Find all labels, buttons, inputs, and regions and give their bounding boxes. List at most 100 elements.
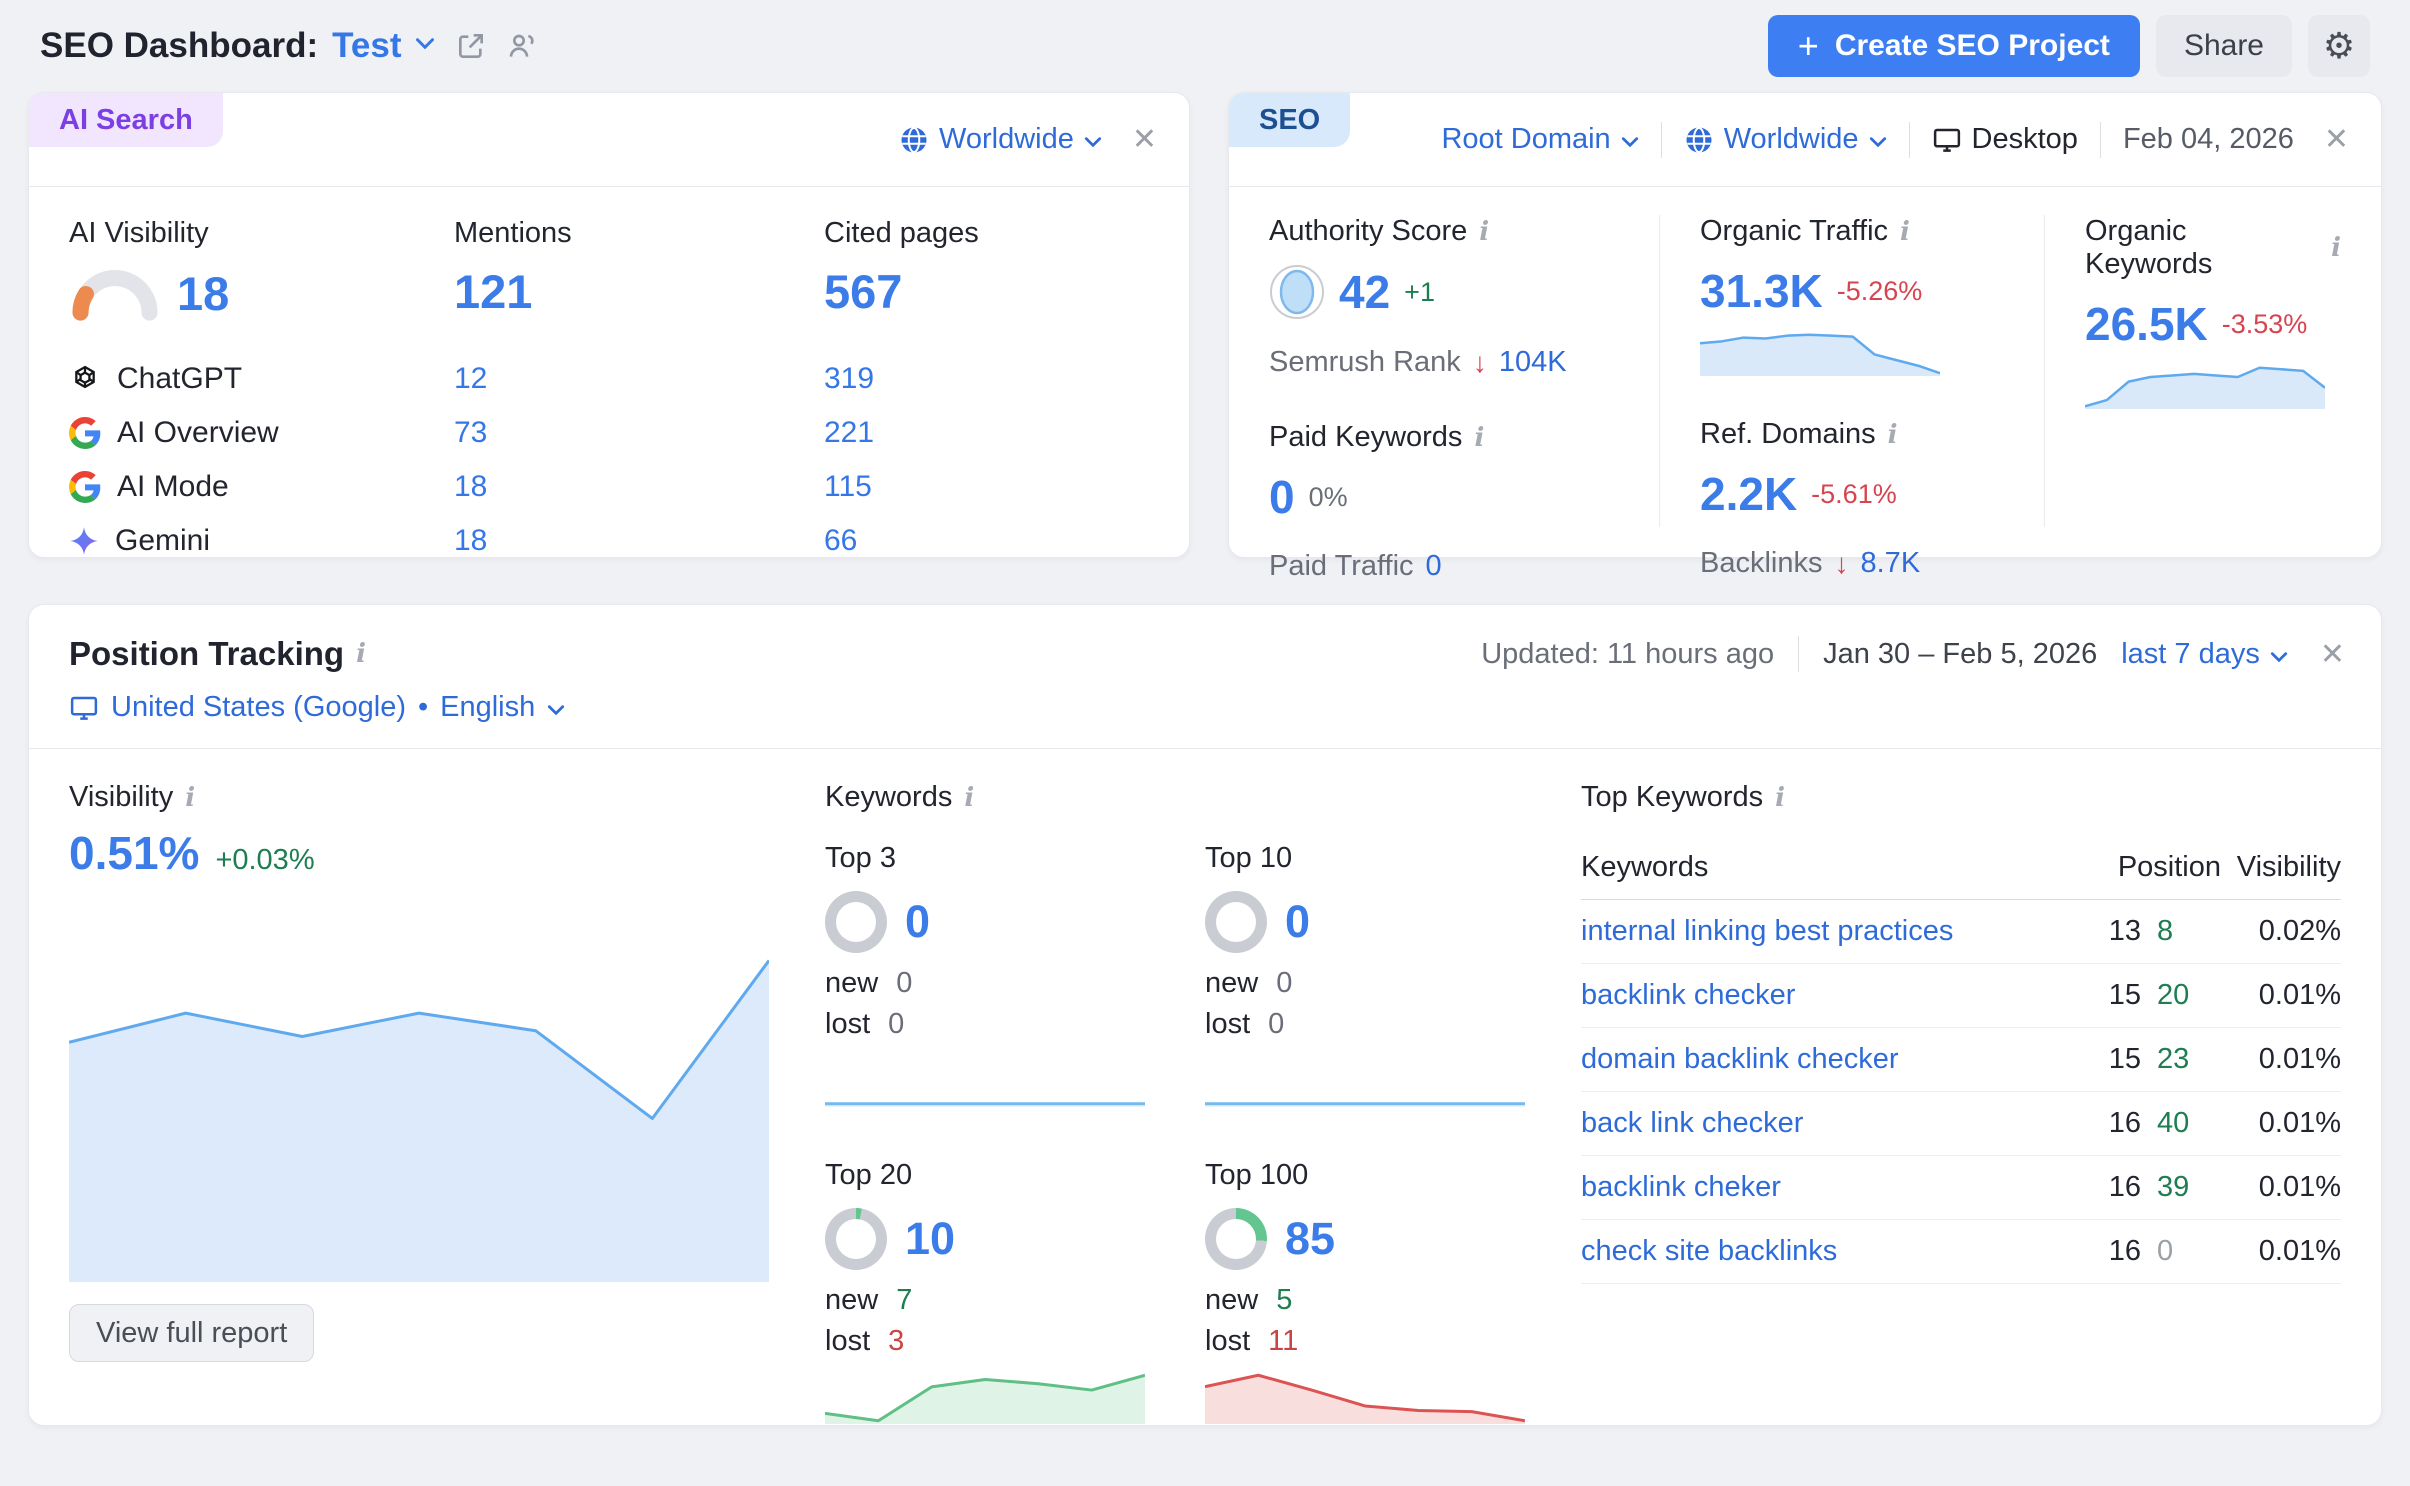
close-icon[interactable]: ✕ <box>2324 122 2349 157</box>
globe-icon <box>899 125 929 155</box>
paid-traffic-link[interactable]: 0 <box>1426 550 1442 583</box>
openai-icon <box>69 363 101 395</box>
tab-ai-search[interactable]: AI Search <box>29 93 223 147</box>
info-icon[interactable]: i <box>964 783 974 813</box>
divider <box>2100 122 2101 158</box>
top20-donut <box>825 1208 887 1270</box>
info-icon[interactable]: i <box>1474 423 1484 453</box>
new-value: 7 <box>896 1284 912 1317</box>
keyword-link[interactable]: backlink checker <box>1581 979 1795 1011</box>
period-dropdown[interactable]: last 7 days <box>2121 638 2288 671</box>
provider-name: Gemini <box>115 524 210 558</box>
organic-traffic-value: 31.3K <box>1700 264 1823 318</box>
provider-mentions-link[interactable]: 18 <box>454 514 824 568</box>
chevron-down-icon <box>1084 123 1102 156</box>
info-icon[interactable]: i <box>1479 217 1489 247</box>
device-label: Desktop <box>1972 123 2078 156</box>
desktop-icon <box>69 693 99 723</box>
provider-cited-link[interactable]: 319 <box>824 352 1149 406</box>
col-header-keywords: Keywords <box>1581 851 2071 884</box>
view-full-report-button[interactable]: View full report <box>69 1304 314 1362</box>
top100-donut <box>1205 1208 1267 1270</box>
keyword-link[interactable]: domain backlink checker <box>1581 1043 1899 1075</box>
table-row: back link checker 16 40 0.01% <box>1581 1092 2341 1156</box>
provider-cited-link[interactable]: 115 <box>824 460 1149 514</box>
share-button[interactable]: Share <box>2156 15 2292 77</box>
close-icon[interactable]: ✕ <box>1132 122 1157 157</box>
backlinks-link[interactable]: 8.7K <box>1861 547 1921 580</box>
organic-keywords-metric: Organic Keywords i 26.5K -3.53% <box>2085 215 2341 409</box>
tab-seo[interactable]: SEO <box>1229 93 1350 147</box>
provider-mentions-link[interactable]: 18 <box>454 460 824 514</box>
ai-region-dropdown[interactable]: Worldwide <box>899 123 1102 156</box>
backlinks-label: Backlinks <box>1700 547 1823 580</box>
create-seo-project-button[interactable]: + Create SEO Project <box>1768 15 2140 77</box>
ai-visibility-gauge <box>69 264 161 322</box>
provider-row-chatgpt: ChatGPT <box>69 352 454 406</box>
keyword-link[interactable]: check site backlinks <box>1581 1235 1837 1267</box>
divider <box>1909 122 1910 158</box>
info-icon[interactable]: i <box>1888 420 1898 450</box>
lost-value: 11 <box>1268 1325 1298 1358</box>
chevron-down-icon <box>547 691 565 724</box>
table-row: internal linking best practices 13 8 0.0… <box>1581 900 2341 964</box>
organic-traffic-metric: Organic Traffic i 31.3K -5.26% <box>1700 215 2044 376</box>
bucket-value: 0 <box>905 896 930 948</box>
organic-keywords-label: Organic Keywords <box>2085 215 2319 281</box>
top-bar: SEO Dashboard: Test + Create SEO Project <box>0 0 2410 92</box>
campaign-selector[interactable]: United States (Google) • English <box>69 691 2345 724</box>
top3-sparkline <box>825 1055 1145 1107</box>
users-icon[interactable] <box>507 30 539 62</box>
table-row: backlink checker 15 20 0.01% <box>1581 964 2341 1028</box>
provider-row-gemini: Gemini <box>69 514 454 568</box>
info-icon[interactable]: i <box>1900 217 1910 247</box>
seo-region-dropdown[interactable]: Worldwide <box>1684 123 1887 156</box>
provider-name: ChatGPT <box>117 362 242 396</box>
keyword-bucket-top3: Top 3 0 new0 lost0 <box>825 842 1145 1107</box>
chevron-down-icon <box>1869 123 1887 156</box>
info-icon[interactable]: i <box>185 783 195 813</box>
keyword-link[interactable]: internal linking best practices <box>1581 915 1953 947</box>
new-value: 0 <box>896 967 912 1000</box>
chevron-down-icon[interactable] <box>415 37 435 55</box>
provider-name: AI Overview <box>117 416 279 450</box>
provider-mentions-link[interactable]: 73 <box>454 406 824 460</box>
provider-mentions-link[interactable]: 12 <box>454 352 824 406</box>
semrush-rank-link[interactable]: 104K <box>1499 346 1567 379</box>
provider-row-ai-overview: AI Overview <box>69 406 454 460</box>
gear-icon: ⚙ <box>2323 25 2355 67</box>
project-selector[interactable]: Test <box>332 26 401 66</box>
provider-cited-link[interactable]: 221 <box>824 406 1149 460</box>
keyword-bucket-top100: Top 100 85 new5 lost11 <box>1205 1159 1525 1424</box>
seo-region-label: Worldwide <box>1724 123 1859 156</box>
keyword-position: 16 <box>2071 1235 2141 1268</box>
position-tracking-title: Position Tracking <box>69 635 344 673</box>
info-icon[interactable]: i <box>1775 783 1785 813</box>
keyword-position-diff: 0 <box>2141 1235 2221 1268</box>
globe-icon <box>1684 125 1714 155</box>
seo-dashboard-page: SEO Dashboard: Test + Create SEO Project <box>0 0 2410 1486</box>
provider-name: AI Mode <box>117 470 229 504</box>
new-label: new <box>1205 1284 1258 1317</box>
root-domain-dropdown[interactable]: Root Domain <box>1441 123 1638 156</box>
bullet-separator: • <box>418 691 428 724</box>
ref-domains-metric: Ref. Domains i 2.2K -5.61% Backlinks ↓ 8… <box>1700 418 2044 580</box>
report-date[interactable]: Feb 04, 2026 <box>2123 123 2294 156</box>
ref-domains-label: Ref. Domains <box>1700 418 1876 451</box>
top20-sparkline <box>825 1372 1145 1424</box>
info-icon[interactable]: i <box>356 639 366 669</box>
keyword-position: 16 <box>2071 1107 2141 1140</box>
device-selector[interactable]: Desktop <box>1932 123 2078 156</box>
keywords-label: Keywords <box>825 781 952 814</box>
provider-cited-link[interactable]: 66 <box>824 514 1149 568</box>
lost-label: lost <box>1205 1325 1250 1358</box>
settings-button[interactable]: ⚙ <box>2308 15 2370 77</box>
keyword-link[interactable]: backlink cheker <box>1581 1171 1781 1203</box>
close-icon[interactable]: ✕ <box>2320 637 2345 672</box>
info-icon[interactable]: i <box>2331 233 2341 263</box>
create-seo-project-label: Create SEO Project <box>1835 29 2110 63</box>
external-link-icon[interactable] <box>455 30 487 62</box>
visibility-section: Visibility i 0.51% +0.03% View full repo… <box>69 781 769 1424</box>
bucket-label: Top 20 <box>825 1159 1145 1192</box>
keyword-link[interactable]: back link checker <box>1581 1107 1803 1139</box>
